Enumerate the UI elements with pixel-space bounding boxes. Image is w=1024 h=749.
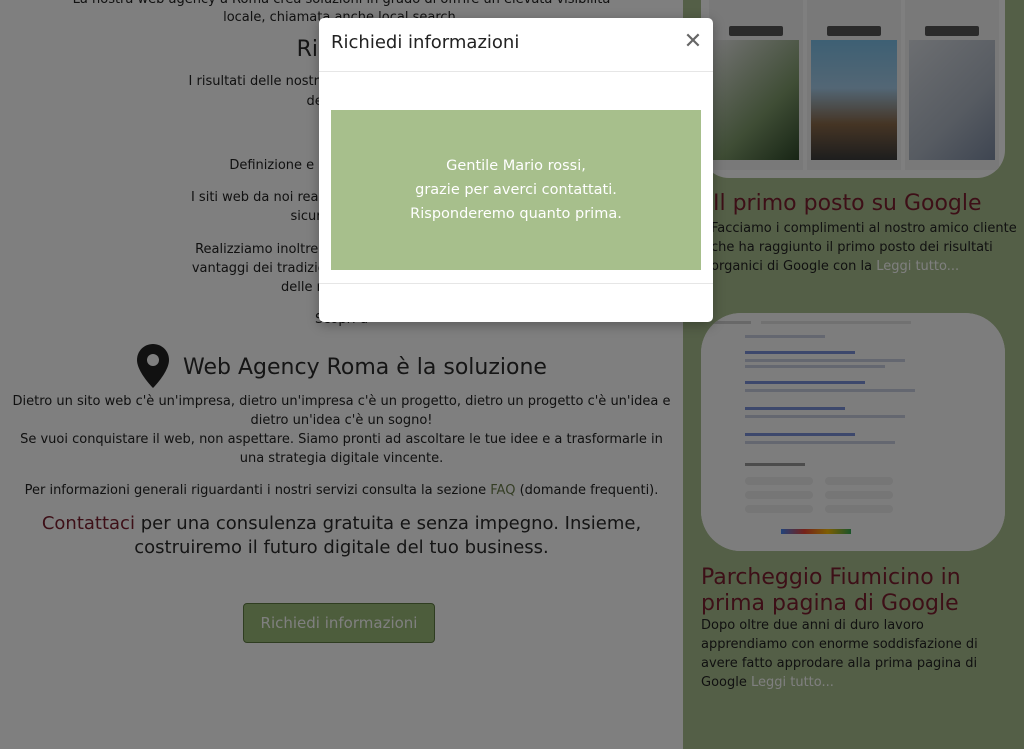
modal-title: Richiedi informazioni	[331, 32, 520, 53]
thank-you-message: Gentile Mario rossi, grazie per averci c…	[331, 110, 701, 270]
close-icon[interactable]: ✕	[683, 31, 703, 53]
thank-you-line-1: Gentile Mario rossi,	[446, 158, 586, 174]
thank-you-line-2: grazie per averci contattati.	[415, 182, 617, 198]
modal-footer-divider	[319, 283, 713, 284]
request-info-modal: Richiedi informazioni ✕ Gentile Mario ro…	[319, 18, 713, 322]
modal-header-divider	[319, 71, 713, 72]
thank-you-line-3: Risponderemo quanto prima.	[410, 206, 622, 222]
page: La nostra web agency a Roma crea soluzio…	[0, 0, 1024, 749]
